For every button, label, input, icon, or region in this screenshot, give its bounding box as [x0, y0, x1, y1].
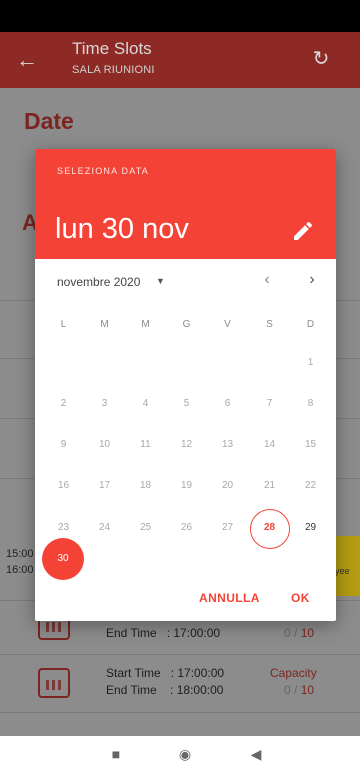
- dialog-overline: SELEZIONA DATA: [57, 166, 149, 176]
- chevron-right-icon[interactable]: ›: [300, 271, 324, 293]
- side-time: 16:00: [6, 564, 34, 576]
- caret-down-icon[interactable]: ▼: [156, 276, 165, 286]
- slot-end-line: End Time : 17:00:00: [106, 626, 220, 640]
- weekday-label: S: [266, 319, 273, 330]
- start-time-value: : 17:00:00: [170, 666, 225, 680]
- calendar-icon: [38, 668, 70, 698]
- date-heading: Date: [24, 108, 74, 134]
- stop-icon[interactable]: ■: [104, 742, 128, 766]
- end-time-value: : 17:00:00: [166, 626, 221, 640]
- calendar-day-24[interactable]: 24: [84, 508, 125, 548]
- month-year-selector[interactable]: novembre 2020: [57, 275, 140, 289]
- calendar-day-4[interactable]: 4: [125, 384, 166, 424]
- weekday-label: D: [306, 319, 315, 330]
- home-icon[interactable]: ◉: [173, 742, 197, 766]
- calendar-day-13[interactable]: 13: [207, 425, 248, 465]
- app-bar: ← Time Slots SALA RIUNIONI ↻: [0, 32, 360, 88]
- refresh-icon[interactable]: ↻: [306, 44, 336, 74]
- calendar-day-8[interactable]: 8: [290, 384, 331, 424]
- calendar-day-9[interactable]: 9: [43, 425, 84, 465]
- calendar-day-2[interactable]: 2: [43, 384, 84, 424]
- calendar-day-15[interactable]: 15: [290, 425, 331, 465]
- app-subtitle: SALA RIUNIONI: [72, 64, 155, 76]
- calendar-day-1[interactable]: 1: [290, 343, 331, 383]
- weekday-label: M: [141, 319, 150, 330]
- calendar-day-29[interactable]: 29: [290, 508, 331, 548]
- calendar-day-27[interactable]: 27: [207, 508, 248, 548]
- calendar-day-20[interactable]: 20: [207, 466, 248, 506]
- cancel-button[interactable]: ANNULLA: [199, 591, 260, 605]
- capacity-value: 0 / 10: [284, 626, 315, 640]
- status-bar: [0, 0, 360, 32]
- calendar-day-5[interactable]: 5: [166, 384, 207, 424]
- capacity-used: 0: [284, 626, 291, 640]
- time-slot-row[interactable]: Start Time : 17:00:00 End Time : 18:00:0…: [6, 658, 354, 708]
- end-time-label: End Time: [106, 683, 157, 697]
- calendar-day-18[interactable]: 18: [125, 466, 166, 506]
- start-time-label: Start Time: [106, 666, 161, 680]
- slot-start-line: Start Time : 17:00:00: [106, 666, 224, 680]
- calendar-day-6[interactable]: 6: [207, 384, 248, 424]
- chevron-left-icon[interactable]: ‹: [255, 271, 279, 293]
- date-picker-header: SELEZIONA DATA lun 30 nov: [35, 149, 336, 259]
- calendar-day-10[interactable]: 10: [84, 425, 125, 465]
- calendar-day-21[interactable]: 21: [249, 466, 290, 506]
- weekday-label: G: [182, 319, 191, 330]
- ok-button[interactable]: OK: [291, 591, 310, 605]
- capacity-total: 10: [300, 626, 315, 640]
- capacity-used: 0: [284, 683, 291, 697]
- calendar-day-19[interactable]: 19: [166, 466, 207, 506]
- capacity-label: Capacity: [270, 666, 317, 680]
- calendar-day-22[interactable]: 22: [290, 466, 331, 506]
- arrow-left-icon[interactable]: ←: [16, 46, 44, 74]
- weekday-label: L: [60, 319, 67, 330]
- calendar-day-7[interactable]: 7: [249, 384, 290, 424]
- calendar-day-28[interactable]: 28: [249, 508, 290, 549]
- calendar-day-3[interactable]: 3: [84, 384, 125, 424]
- side-time: 15:00: [6, 548, 34, 560]
- system-nav-bar: ■ ◉ ◀: [0, 736, 360, 770]
- divider: [0, 712, 360, 713]
- end-time-label: End Time: [106, 626, 157, 640]
- calendar-day-17[interactable]: 17: [84, 466, 125, 506]
- selected-day-30[interactable]: 30: [42, 538, 84, 580]
- divider: [0, 654, 360, 655]
- calendar-day-12[interactable]: 12: [166, 425, 207, 465]
- status-chip: yee: [335, 536, 360, 596]
- pencil-icon[interactable]: [291, 219, 315, 243]
- app-title: Time Slots: [72, 39, 152, 58]
- back-triangle-icon[interactable]: ◀: [244, 742, 268, 766]
- weekday-label: V: [224, 319, 231, 330]
- selected-date-display: lun 30 nov: [55, 213, 189, 245]
- end-time-value: : 18:00:00: [170, 683, 224, 697]
- calendar-day-16[interactable]: 16: [43, 466, 84, 506]
- calendar-day-14[interactable]: 14: [249, 425, 290, 465]
- capacity-total: 10: [300, 683, 315, 697]
- weekday-label: M: [100, 319, 109, 330]
- capacity-value: 0 / 10: [284, 683, 315, 697]
- calendar-day-26[interactable]: 26: [166, 508, 207, 548]
- calendar-day-25[interactable]: 25: [125, 508, 166, 548]
- calendar-day-11[interactable]: 11: [125, 425, 166, 465]
- status-chip-label: yee: [335, 566, 350, 576]
- slot-end-line: End Time : 18:00:00: [106, 683, 223, 697]
